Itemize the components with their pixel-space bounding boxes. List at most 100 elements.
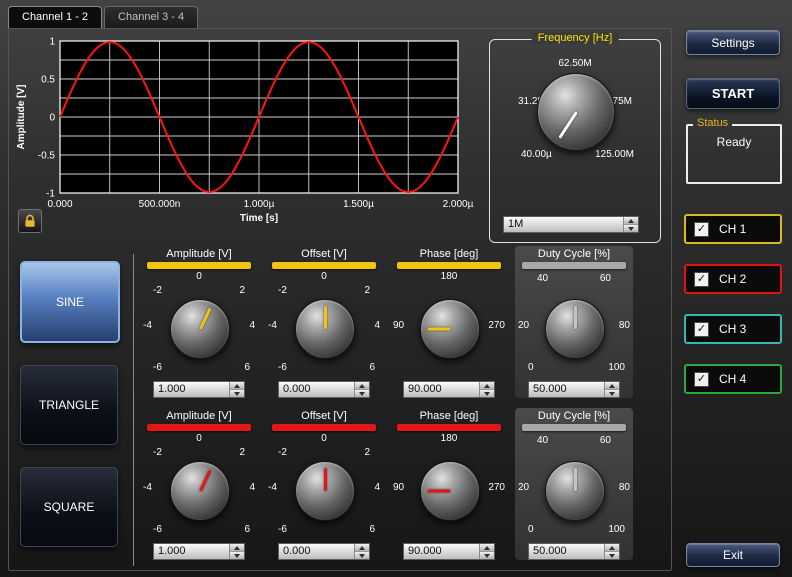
spin-up-button[interactable] bbox=[480, 382, 494, 389]
waveform-button-square[interactable]: SQUARE bbox=[20, 467, 118, 547]
ch1-duty-cycle-knob[interactable] bbox=[545, 299, 605, 359]
spin-down-button[interactable] bbox=[480, 389, 494, 397]
knob-scale: 406020800100 bbox=[515, 271, 633, 377]
tick-label: 0 bbox=[528, 362, 534, 373]
waveform-buttons: SINE TRIANGLE SQUARE bbox=[20, 261, 120, 547]
frequency-panel-title: Frequency [Hz] bbox=[532, 32, 619, 44]
spin-up-button[interactable] bbox=[605, 544, 619, 551]
ch1-phase-deg-knob[interactable] bbox=[420, 299, 480, 359]
waveform-plot: 10.50-0.5-10.000500.000n1.000µ1.500µ2.00… bbox=[14, 33, 476, 239]
ch2-duty-cycle-input[interactable]: 50.000 bbox=[528, 543, 620, 560]
ch1-amplitude-v-input[interactable]: 1.000 bbox=[153, 381, 245, 398]
waveform-button-sine[interactable]: SINE bbox=[20, 261, 120, 343]
spin-up-button[interactable] bbox=[355, 382, 369, 389]
frequency-knob-scale: 62.50M31.25M93.75M40.00µ125.00M bbox=[516, 56, 634, 162]
ch1-amplitude-v-group: Amplitude [V]0-22-44-661.000 bbox=[140, 246, 258, 398]
tick-label: 2 bbox=[239, 447, 245, 458]
ch1-offset-v-input[interactable]: 0.000 bbox=[278, 381, 370, 398]
accent-bar bbox=[272, 262, 376, 269]
tick-label: -6 bbox=[153, 524, 162, 535]
knob-scale: 18090270 bbox=[390, 271, 508, 377]
spin-down-icon bbox=[234, 392, 240, 396]
ch1-phase-deg-group: Phase [deg] 18090270 90.000 bbox=[390, 246, 508, 398]
checkbox-icon: ✓ bbox=[694, 372, 709, 387]
channel-toggle-2[interactable]: ✓CH 2 bbox=[684, 264, 782, 294]
accent-bar bbox=[397, 424, 501, 431]
divider bbox=[133, 254, 134, 566]
accent-bar bbox=[147, 262, 251, 269]
ch1-phase-deg-input[interactable]: 90.000 bbox=[403, 381, 495, 398]
spin-up-button[interactable] bbox=[480, 544, 494, 551]
ch2-phase-deg-knob[interactable] bbox=[420, 461, 480, 521]
tick-label: 20 bbox=[518, 482, 529, 493]
tick-label: 4 bbox=[374, 320, 380, 331]
knob-scale: 406020800100 bbox=[515, 433, 633, 539]
numeric-value: 50.000 bbox=[529, 544, 604, 559]
knob-pointer bbox=[574, 468, 577, 491]
ch2-amplitude-v-knob[interactable] bbox=[170, 461, 230, 521]
graph-lock-button[interactable] bbox=[18, 209, 42, 233]
spin-up-button[interactable] bbox=[230, 544, 244, 551]
svg-text:-0.5: -0.5 bbox=[38, 151, 56, 162]
tick-label: 0 bbox=[196, 433, 202, 444]
ch1-offset-v-knob[interactable] bbox=[295, 299, 355, 359]
exit-button[interactable]: Exit bbox=[686, 543, 780, 567]
status-title: Status bbox=[693, 117, 732, 129]
spinner bbox=[604, 382, 619, 397]
knob-pointer bbox=[324, 306, 327, 329]
spin-down-icon bbox=[484, 554, 490, 558]
checkbox-icon: ✓ bbox=[694, 272, 709, 287]
frequency-panel: Frequency [Hz] 62.50M31.25M93.75M40.00µ1… bbox=[489, 39, 661, 243]
spin-down-button[interactable] bbox=[230, 551, 244, 559]
channel-toggle-4[interactable]: ✓ CH 4 bbox=[684, 364, 782, 394]
tick-label: 0 bbox=[196, 271, 202, 282]
knob-pointer bbox=[427, 490, 450, 493]
channel-toggle-3[interactable]: ✓CH 3 bbox=[684, 314, 782, 344]
settings-button[interactable]: Settings bbox=[686, 30, 780, 55]
spin-up-button[interactable] bbox=[624, 217, 638, 224]
start-button[interactable]: START bbox=[686, 78, 780, 109]
spin-up-button[interactable] bbox=[355, 544, 369, 551]
knob-pointer bbox=[199, 308, 211, 330]
spin-up-button[interactable] bbox=[605, 382, 619, 389]
frequency-input[interactable]: 1M bbox=[503, 216, 639, 233]
spin-down-button[interactable] bbox=[480, 551, 494, 559]
channel-2-knob-row: Amplitude [V]0-22-44-661.000Offset [V]0-… bbox=[140, 408, 633, 560]
ch2-offset-v-knob[interactable] bbox=[295, 461, 355, 521]
ch1-duty-cycle-input[interactable]: 50.000 bbox=[528, 381, 620, 398]
spin-down-button[interactable] bbox=[355, 389, 369, 397]
spin-down-button[interactable] bbox=[605, 389, 619, 397]
numeric-value: 0.000 bbox=[279, 382, 354, 397]
tick-label: -2 bbox=[278, 447, 287, 458]
tab-channel-1-2[interactable]: Channel 1 - 2 bbox=[8, 6, 102, 28]
knob-title: Phase [deg] bbox=[420, 246, 479, 262]
channel-toggle-label: CH 4 bbox=[719, 372, 746, 386]
frequency-knob[interactable] bbox=[537, 73, 615, 151]
spin-down-button[interactable] bbox=[605, 551, 619, 559]
spin-down-button[interactable] bbox=[624, 224, 638, 232]
tick-label: 40 bbox=[537, 435, 548, 446]
tick-label: 6 bbox=[244, 524, 250, 535]
spin-up-button[interactable] bbox=[230, 382, 244, 389]
spin-down-button[interactable] bbox=[355, 551, 369, 559]
channel-toggle-1[interactable]: ✓CH 1 bbox=[684, 214, 782, 244]
ch2-duty-cycle-knob[interactable] bbox=[545, 461, 605, 521]
ch1-amplitude-v-knob[interactable] bbox=[170, 299, 230, 359]
tick-label: -4 bbox=[143, 320, 152, 331]
tick-label: 20 bbox=[518, 320, 529, 331]
svg-text:2.000µ: 2.000µ bbox=[443, 199, 474, 210]
tab-channel-3-4[interactable]: Channel 3 - 4 bbox=[104, 6, 198, 28]
knob-title: Amplitude [V] bbox=[166, 408, 231, 424]
ch2-duty-cycle-group: Duty Cycle [%] 406020800100 50.000 bbox=[515, 408, 633, 560]
waveform-button-triangle[interactable]: TRIANGLE bbox=[20, 365, 118, 445]
spin-down-button[interactable] bbox=[230, 389, 244, 397]
spin-up-icon bbox=[234, 384, 240, 388]
knob-title: Duty Cycle [%] bbox=[538, 408, 610, 424]
knob-pointer bbox=[324, 468, 327, 491]
tick-label: -4 bbox=[268, 320, 277, 331]
spin-up-icon bbox=[359, 384, 365, 388]
tick-label: -4 bbox=[268, 482, 277, 493]
ch2-amplitude-v-input[interactable]: 1.000 bbox=[153, 543, 245, 560]
ch2-phase-deg-input[interactable]: 90.000 bbox=[403, 543, 495, 560]
ch2-offset-v-input[interactable]: 0.000 bbox=[278, 543, 370, 560]
